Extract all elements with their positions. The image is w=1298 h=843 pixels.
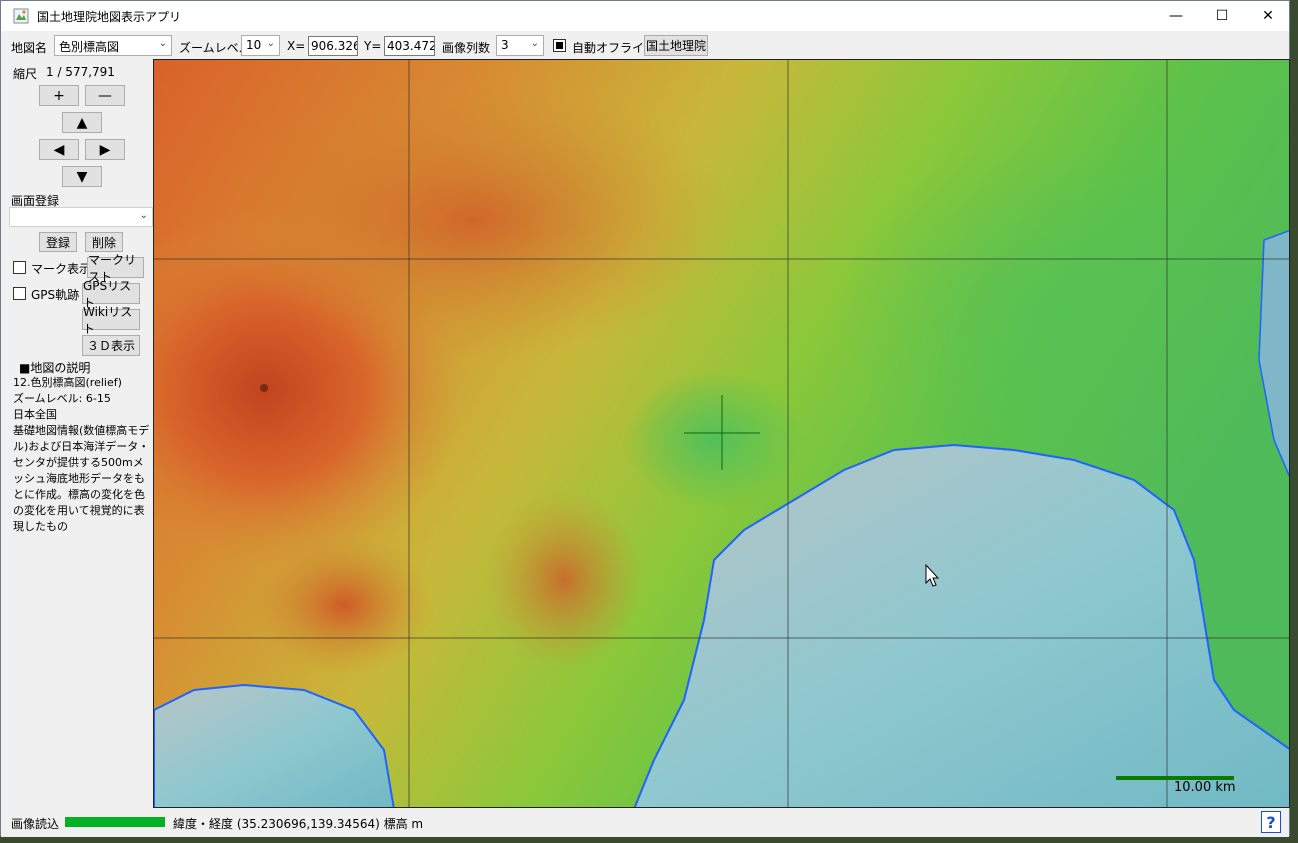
title-bar: 国土地理院地図表示アプリ — ☐ ✕ — [1, 1, 1289, 31]
zoom-out-button[interactable]: — — [85, 85, 125, 106]
pan-right-button[interactable]: ▶ — [85, 139, 125, 160]
gps-track-label: GPS軌跡 — [31, 288, 80, 302]
sidebar: 縮尺 1 / 577,791 + — ▲ ◀ ▶ ▼ 画面登録 ⌄ 登録 削除 … — [9, 59, 153, 807]
zoom-level-label: ズームレベル — [179, 41, 251, 55]
chevron-down-icon: ⌄ — [266, 38, 275, 49]
auto-offline-checkbox[interactable] — [553, 39, 566, 52]
map-name-select[interactable]: 色別標高図 ⌄ — [54, 35, 172, 56]
help-button[interactable]: ? — [1261, 811, 1281, 833]
scale-value: 1 / 577,791 — [46, 65, 115, 79]
image-load-progress — [65, 817, 165, 827]
maximize-button[interactable]: ☐ — [1199, 1, 1245, 31]
view-3d-button[interactable]: ３Ｄ表示 — [82, 335, 140, 356]
close-button[interactable]: ✕ — [1245, 1, 1291, 31]
zoom-level-select[interactable]: 10 ⌄ — [241, 35, 280, 56]
gsi-button[interactable]: 国土地理院 — [644, 35, 708, 56]
delete-button[interactable]: 削除 — [85, 232, 123, 252]
coordinates-text: 緯度・経度 (35.230696,139.34564) 標高 m — [173, 817, 424, 831]
scale-bar-label: 10.00 km — [1174, 780, 1236, 795]
map-name-value: 色別標高図 — [59, 40, 120, 54]
relief-map[interactable] — [154, 60, 1290, 808]
y-label: Y= — [364, 39, 382, 53]
zoom-in-button[interactable]: + — [39, 85, 79, 106]
pan-up-button[interactable]: ▲ — [62, 112, 102, 133]
image-columns-label: 画像列数 — [442, 41, 491, 55]
chevron-down-icon: ⌄ — [158, 38, 167, 49]
y-input[interactable]: 403.4720 — [384, 36, 435, 56]
zoom-level-value: 10 — [246, 38, 262, 52]
description-body: 12.色別標高図(relief) ズームレベル: 6-15 日本全国 基礎地図情… — [13, 376, 150, 533]
x-label: X= — [287, 39, 306, 53]
wiki-list-button[interactable]: Wikiリスト — [82, 305, 140, 336]
x-input[interactable]: 906.3266 — [308, 36, 358, 56]
image-columns-select[interactable]: 3 ⌄ — [496, 35, 544, 56]
mark-list-button[interactable]: マークリスト — [87, 253, 144, 284]
image-load-label: 画像読込 — [11, 817, 60, 831]
app-window: 国土地理院地図表示アプリ — ☐ ✕ 地図名 色別標高図 ⌄ ズームレベル 10… — [0, 0, 1290, 837]
toolbar: 地図名 色別標高図 ⌄ ズームレベル 10 ⌄ X= 906.3266 Y= 4… — [1, 31, 1289, 59]
status-bar: 画像読込 緯度・経度 (35.230696,139.34564) 標高 m ? — [1, 809, 1289, 837]
register-button[interactable]: 登録 — [39, 232, 77, 252]
minimize-button[interactable]: — — [1153, 1, 1199, 31]
description-title: ■地図の説明 — [19, 361, 91, 375]
scale-label: 縮尺 — [13, 67, 38, 81]
map-name-label: 地図名 — [11, 41, 48, 55]
gps-track-checkbox[interactable] — [13, 287, 26, 300]
screen-register-select[interactable]: ⌄ — [9, 207, 153, 227]
pan-down-button[interactable]: ▼ — [62, 166, 102, 187]
map-view[interactable]: 10.00 km — [153, 59, 1290, 808]
chevron-down-icon: ⌄ — [139, 210, 148, 221]
chevron-down-icon: ⌄ — [530, 38, 539, 49]
window-title: 国土地理院地図表示アプリ — [37, 10, 182, 24]
gps-list-button[interactable]: GPSリスト — [82, 279, 140, 310]
pan-left-button[interactable]: ◀ — [39, 139, 79, 160]
mark-display-label: マーク表示 — [31, 262, 92, 276]
app-icon — [13, 8, 29, 24]
mark-display-checkbox[interactable] — [13, 261, 26, 274]
image-columns-value: 3 — [501, 38, 509, 52]
